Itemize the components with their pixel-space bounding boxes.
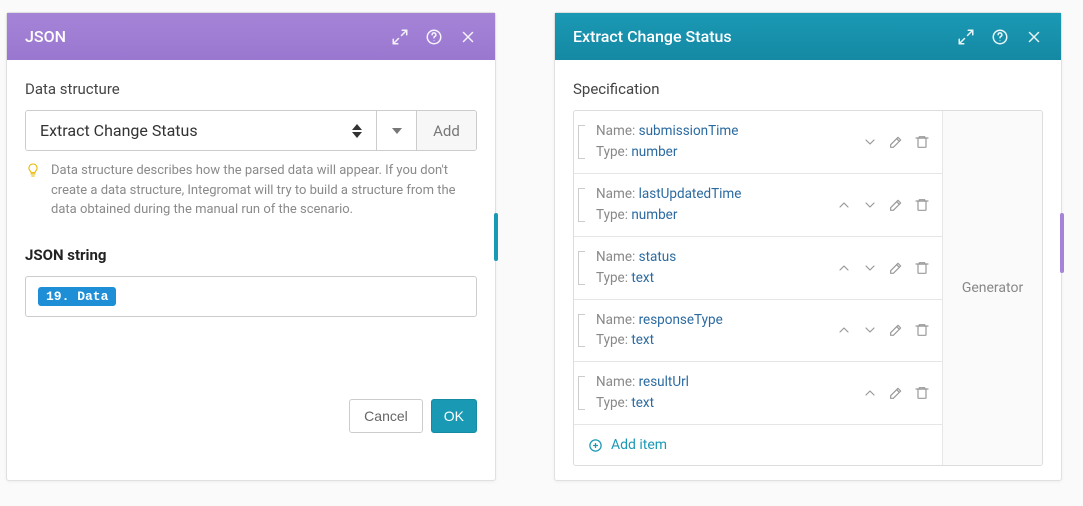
move-up-icon[interactable] <box>862 385 878 401</box>
data-structure-select-value: Extract Change Status <box>40 121 198 140</box>
specification-label: Specification <box>573 80 1043 98</box>
json-string-input[interactable]: 19. Data <box>25 276 477 317</box>
spec-item-text: Name: submissionTimeType: number <box>586 121 738 163</box>
sort-icon <box>352 124 362 138</box>
spec-item-actions <box>862 134 930 150</box>
cancel-button[interactable]: Cancel <box>349 399 423 433</box>
spec-item-text: Name: resultUrlType: text <box>586 372 689 414</box>
data-structure-select-row: Extract Change Status Add <box>25 110 477 151</box>
spec-item: Name: lastUpdatedTimeType: number <box>574 174 942 237</box>
data-structure-dropdown[interactable] <box>376 111 416 150</box>
extract-panel-header: Extract Change Status <box>555 13 1061 60</box>
spec-item-type: text <box>631 332 654 348</box>
spec-item-type: number <box>631 207 677 223</box>
extract-panel: Extract Change Status Specification Name… <box>554 12 1062 481</box>
move-up-icon[interactable] <box>836 322 852 338</box>
spec-item-type: text <box>631 270 654 286</box>
data-structure-hint: Data structure describes how the parsed … <box>25 161 477 220</box>
edit-icon[interactable] <box>888 197 904 213</box>
json-string-label: JSON string <box>25 246 477 264</box>
spec-item-name: status <box>639 249 677 265</box>
data-structure-select[interactable]: Extract Change Status <box>26 111 376 150</box>
spec-item-name: submissionTime <box>639 123 739 139</box>
delete-icon[interactable] <box>914 322 930 338</box>
spec-item-name: responseType <box>639 312 723 328</box>
ok-button[interactable]: OK <box>431 399 477 433</box>
close-icon[interactable] <box>459 28 477 46</box>
delete-icon[interactable] <box>914 260 930 276</box>
edit-icon[interactable] <box>888 322 904 338</box>
add-item-label: Add item <box>611 437 667 453</box>
move-up-icon[interactable] <box>836 197 852 213</box>
spec-item-text: Name: lastUpdatedTimeType: number <box>586 184 741 226</box>
spec-item: Name: statusType: text <box>574 237 942 300</box>
spec-item-type: number <box>631 144 677 160</box>
help-icon[interactable] <box>991 28 1009 46</box>
expand-icon[interactable] <box>391 28 409 46</box>
spec-item-name: resultUrl <box>639 374 689 390</box>
generator-button[interactable]: Generator <box>942 111 1042 465</box>
spec-item-actions <box>836 322 930 338</box>
specification-container: Name: submissionTimeType: number Name: la… <box>573 110 1043 466</box>
lightbulb-icon <box>25 162 41 220</box>
delete-icon[interactable] <box>914 197 930 213</box>
spec-item-name: lastUpdatedTime <box>639 186 742 202</box>
move-down-icon[interactable] <box>862 260 878 276</box>
json-panel-title: JSON <box>25 27 66 46</box>
delete-icon[interactable] <box>914 134 930 150</box>
edit-icon[interactable] <box>888 134 904 150</box>
side-accent <box>494 213 498 261</box>
json-string-pill: 19. Data <box>38 287 116 306</box>
move-up-icon[interactable] <box>836 260 852 276</box>
data-structure-label: Data structure <box>25 80 477 98</box>
side-accent <box>1060 213 1064 273</box>
spec-item-text: Name: responseTypeType: text <box>586 310 723 352</box>
hint-text: Data structure describes how the parsed … <box>51 161 477 220</box>
move-down-icon[interactable] <box>862 197 878 213</box>
edit-icon[interactable] <box>888 260 904 276</box>
spec-item: Name: resultUrlType: text <box>574 362 942 425</box>
move-down-icon[interactable] <box>862 134 878 150</box>
json-panel: JSON Data structure Extract Change Statu… <box>6 12 496 481</box>
move-down-icon[interactable] <box>862 322 878 338</box>
help-icon[interactable] <box>425 28 443 46</box>
specification-list: Name: submissionTimeType: number Name: la… <box>574 111 942 465</box>
spec-item-actions <box>862 385 930 401</box>
spec-item: Name: responseTypeType: text <box>574 300 942 363</box>
spec-item-actions <box>836 197 930 213</box>
close-icon[interactable] <box>1025 28 1043 46</box>
spec-item-type: text <box>631 395 654 411</box>
extract-panel-title: Extract Change Status <box>573 27 732 46</box>
spec-item-actions <box>836 260 930 276</box>
expand-icon[interactable] <box>957 28 975 46</box>
json-panel-header: JSON <box>7 13 495 60</box>
add-item-button[interactable]: Add item <box>574 425 942 465</box>
edit-icon[interactable] <box>888 385 904 401</box>
delete-icon[interactable] <box>914 385 930 401</box>
spec-item-text: Name: statusType: text <box>586 247 676 289</box>
spec-item: Name: submissionTimeType: number <box>574 111 942 174</box>
data-structure-add-button[interactable]: Add <box>416 111 476 150</box>
